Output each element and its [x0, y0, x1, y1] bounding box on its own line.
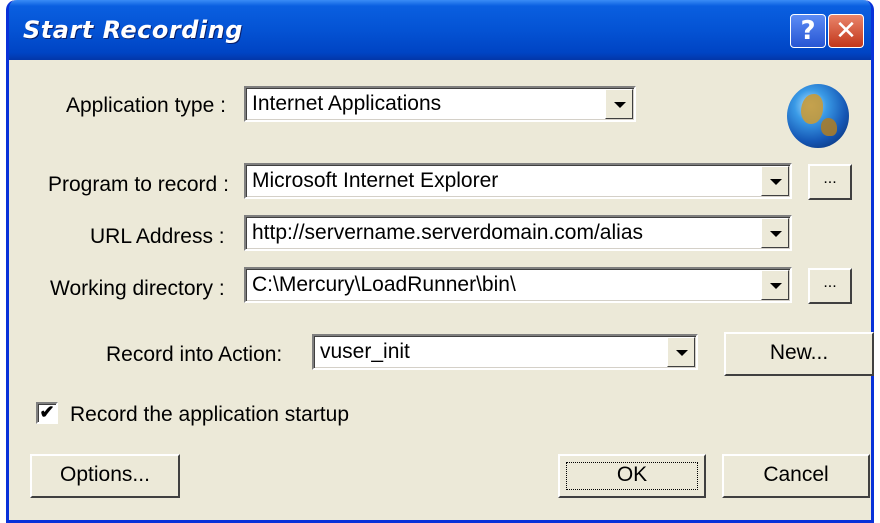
chevron-down-icon[interactable] — [761, 166, 789, 196]
window-title: Start Recording — [23, 16, 243, 44]
close-button[interactable]: ✕ — [828, 14, 864, 48]
record-startup-checkbox[interactable]: ✔ — [36, 402, 58, 424]
url-address-select[interactable]: http://servername.serverdomain.com/alias — [244, 215, 792, 251]
application-type-value: Internet Applications — [252, 92, 442, 115]
ok-button[interactable]: OK — [558, 454, 706, 498]
start-recording-dialog: Start Recording — [6, 0, 874, 523]
url-address-value: http://servername.serverdomain.com/alias — [252, 221, 643, 244]
chevron-down-icon[interactable] — [667, 337, 695, 367]
application-type-select[interactable]: Internet Applications — [244, 86, 636, 122]
working-directory-select[interactable]: C:\Mercury\LoadRunner\bin\ — [244, 267, 792, 303]
options-button[interactable]: Options... — [30, 454, 180, 498]
record-into-action-label: Record into Action: — [106, 343, 283, 366]
program-to-record-value: Microsoft Internet Explorer — [252, 169, 499, 192]
chevron-down-icon[interactable] — [761, 270, 789, 300]
focus-rectangle — [566, 462, 698, 490]
program-to-record-select[interactable]: Microsoft Internet Explorer — [244, 163, 792, 199]
application-type-label: Application type : — [66, 94, 226, 117]
working-directory-value: C:\Mercury\LoadRunner\bin\ — [252, 273, 516, 296]
cancel-button[interactable]: Cancel — [722, 454, 870, 498]
record-into-action-select[interactable]: vuser_init — [312, 334, 698, 370]
globe-icon — [787, 84, 849, 148]
chevron-down-icon[interactable] — [761, 218, 789, 248]
record-startup-label: Record the application startup — [70, 403, 349, 426]
chevron-down-icon[interactable] — [605, 89, 633, 119]
program-to-record-label: Program to record : — [48, 173, 229, 196]
url-address-label: URL Address : — [90, 225, 225, 248]
help-button[interactable]: ? — [790, 14, 826, 48]
new-action-button[interactable]: New... — [724, 332, 874, 376]
title-bar: Start Recording — [9, 0, 871, 60]
record-into-action-value: vuser_init — [320, 340, 410, 363]
program-browse-button[interactable]: ... — [808, 164, 852, 200]
working-directory-browse-button[interactable]: ... — [808, 268, 852, 304]
working-directory-label: Working directory : — [50, 277, 225, 300]
